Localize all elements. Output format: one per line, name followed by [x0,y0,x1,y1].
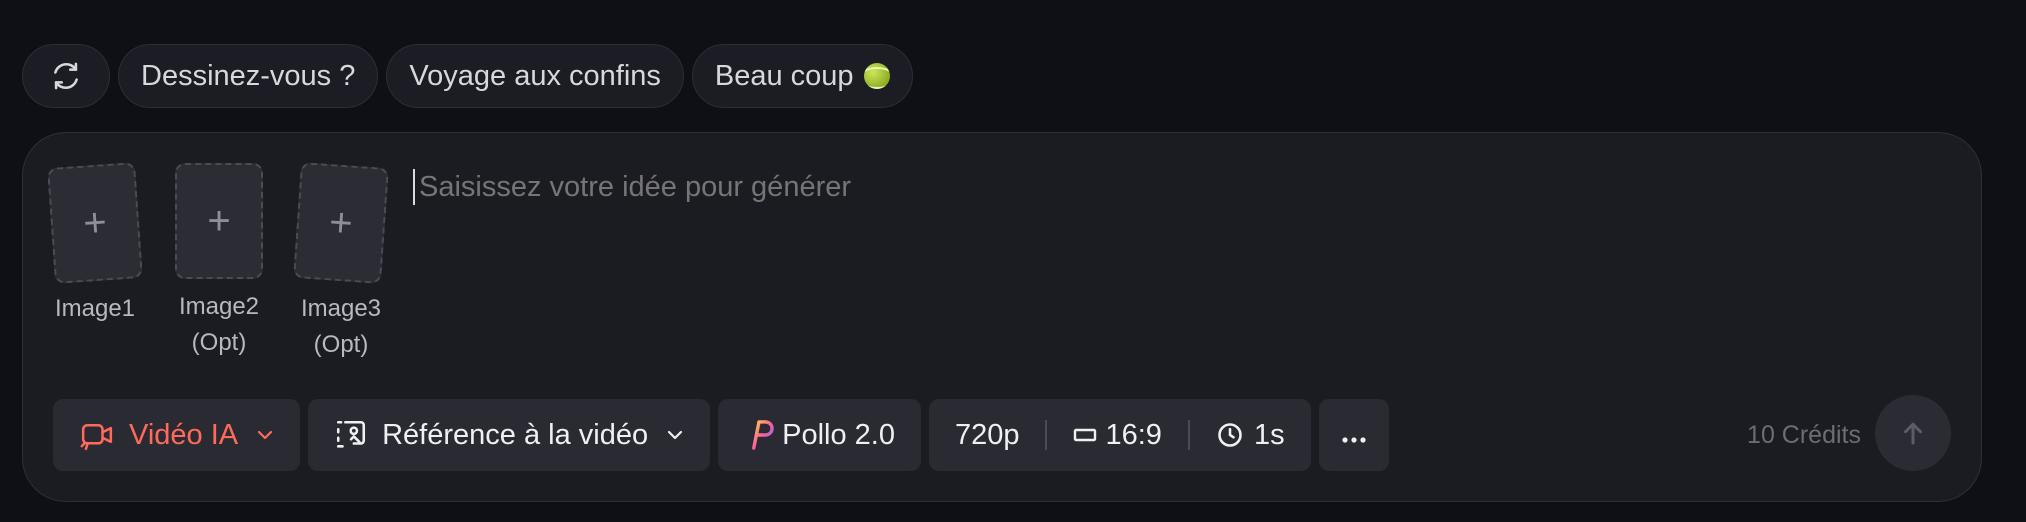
arrow-up-icon [1904,422,1922,445]
model-select-button[interactable]: Pollo 2.0 [718,399,921,471]
image-slot-label-line: Image3 [300,295,382,322]
image-slot-label: Image3 (Opt) [301,291,381,363]
reference-label: Référence à la vidéo [382,418,649,451]
reference-select-button[interactable]: Référence à la vidéo [308,399,711,471]
image-slot-2: + Image2 (Opt) [175,163,263,361]
image-slot-label: Image1 [55,291,135,327]
prompt-input[interactable] [413,169,1819,205]
image-slot-3: + Image3 (Opt) [293,162,389,363]
video-ai-icon [79,419,115,451]
refresh-suggestions-button[interactable] [22,44,110,108]
reference-video-icon [334,418,368,452]
suggestion-chip-label: Dessinez-vous ? [141,59,356,92]
prompt-composer: + Image1 + Image2 (Opt) + Image3 (Opt) V… [22,132,1982,502]
plus-icon: + [207,198,231,243]
image-upload-card-2[interactable]: + [175,163,263,279]
suggestion-chip-1[interactable]: Dessinez-vous ? [118,44,379,108]
model-label: Pollo 2.0 [782,418,895,451]
plus-icon: + [327,199,355,246]
image-upload-card-1[interactable]: + [47,162,143,284]
chevron-down-icon [256,429,274,441]
aspect-ratio-value: 16:9 [1105,418,1162,451]
clock-icon [1216,421,1244,449]
divider [1045,420,1048,450]
resolution-value: 720p [954,418,1020,451]
pollo-logo-icon [744,418,774,452]
suggestion-chips: Dessinez-vous ? Voyage aux confins Beau … [22,44,913,108]
image-slot-label-line: Image2 [178,293,260,320]
more-horizontal-icon [1341,419,1367,452]
tennis-ball-icon [863,63,890,89]
image-slot-label-line: (Opt) [313,331,369,358]
credits-cost: 10 Crédits [1747,421,1861,449]
output-settings-button[interactable]: 720p 16:9 1s [928,399,1311,471]
aspect-ratio-icon [1073,427,1097,443]
suggestion-chip-label: Beau coup [714,59,854,92]
image-slot-label-line: Image1 [54,295,136,322]
image-slot-label-line: (Opt) [191,329,247,356]
image-upload-card-3[interactable]: + [293,162,389,284]
duration-value: 1s [1253,418,1285,451]
generation-toolbar: Vidéo IA Référence à la vidéo Pollo 2.0 … [53,399,1389,471]
refresh-icon [54,62,78,90]
mode-select-button[interactable]: Vidéo IA [53,399,301,471]
suggestion-chip-label: Voyage aux confins [409,59,661,92]
image-slot-label: Image2 (Opt) [179,289,259,361]
suggestion-chip-3[interactable]: Beau coup [691,44,913,108]
chevron-down-icon [666,429,684,441]
image-slot-1: + Image1 [47,162,143,327]
mode-label: Vidéo IA [129,418,239,451]
more-options-button[interactable] [1318,399,1389,471]
divider [1187,420,1190,450]
suggestion-chip-2[interactable]: Voyage aux confins [386,44,684,108]
send-button[interactable] [1875,395,1951,471]
plus-icon: + [81,199,109,246]
